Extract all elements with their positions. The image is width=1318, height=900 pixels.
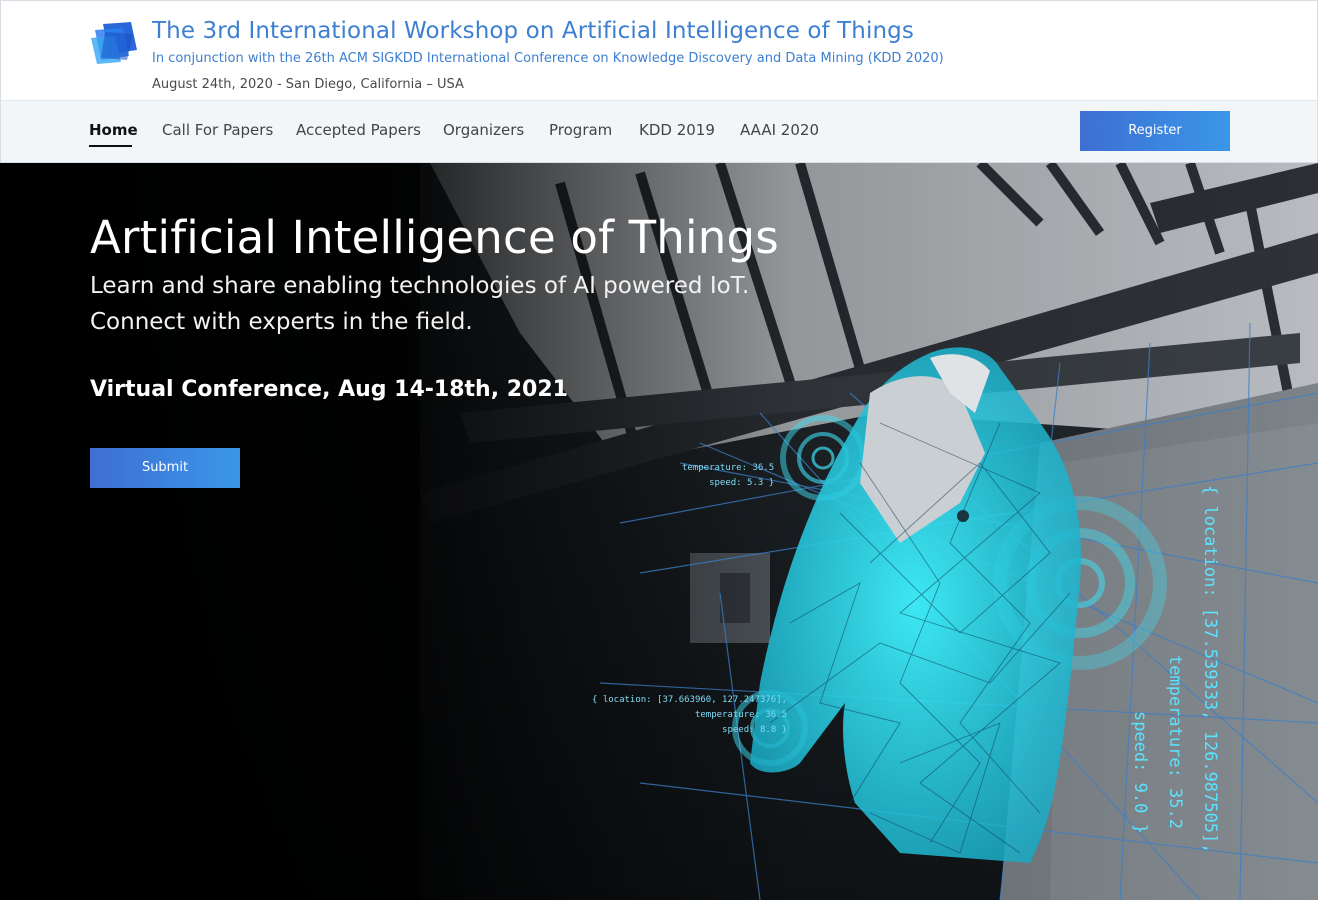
nav-item-aaai-2020[interactable]: AAAI 2020 [740, 121, 819, 139]
hero-tagline-2: Connect with experts in the field. [90, 309, 473, 335]
sensor-readout-line: { location: [37.663960, 127.247376], [592, 695, 788, 705]
conference-subtitle: In conjunction with the 26th ACM SIGKDD … [152, 51, 944, 66]
nav-item-organizers[interactable]: Organizers [443, 121, 524, 139]
submit-button[interactable]: Submit [90, 448, 240, 488]
sensor-readout-line: temperature: 36.5 [682, 463, 775, 473]
sensor-readout-line: speed: 8.8 } [722, 725, 788, 735]
main-nav: Home Call For Papers Accepted Papers Org… [0, 100, 1318, 163]
hero-banner: Artificial Intelligence of Things Learn … [0, 163, 1318, 900]
sensor-readout-vertical-1: { location: [37.539333, 126.987505], [1200, 485, 1220, 854]
nav-item-home[interactable]: Home [89, 121, 138, 139]
date-location: August 24th, 2020 - San Diego, Californi… [152, 77, 464, 92]
site-header: The 3rd International Workshop on Artifi… [0, 0, 1318, 100]
workshop-title[interactable]: The 3rd International Workshop on Artifi… [152, 18, 914, 44]
register-button[interactable]: Register [1080, 111, 1230, 151]
sensor-readout-top: temperature: 36.5 speed: 5.3 } [682, 461, 774, 491]
sensor-readout-vertical-2: temperature: 35.2 [1165, 655, 1185, 829]
nav-item-call-for-papers[interactable]: Call For Papers [162, 121, 273, 139]
sensor-readout-vertical-3: speed: 9.0 } [1130, 711, 1150, 834]
nav-item-program[interactable]: Program [549, 121, 612, 139]
nav-item-accepted-papers[interactable]: Accepted Papers [296, 121, 421, 139]
sensor-readout-line: speed: 5.3 } [709, 478, 775, 488]
nav-item-kdd-2019[interactable]: KDD 2019 [639, 121, 715, 139]
hero-tagline-1: Learn and share enabling technologies of… [90, 273, 750, 299]
event-info: Virtual Conference, Aug 14-18th, 2021 [90, 377, 568, 402]
hero-title: Artificial Intelligence of Things [90, 211, 779, 264]
workshop-logo-icon[interactable] [89, 20, 141, 66]
active-nav-underline [89, 145, 132, 147]
sensor-readout-left: { location: [37.663960, 127.247376], tem… [592, 693, 787, 738]
sensor-readout-line: temperature: 36.5 [694, 710, 788, 720]
